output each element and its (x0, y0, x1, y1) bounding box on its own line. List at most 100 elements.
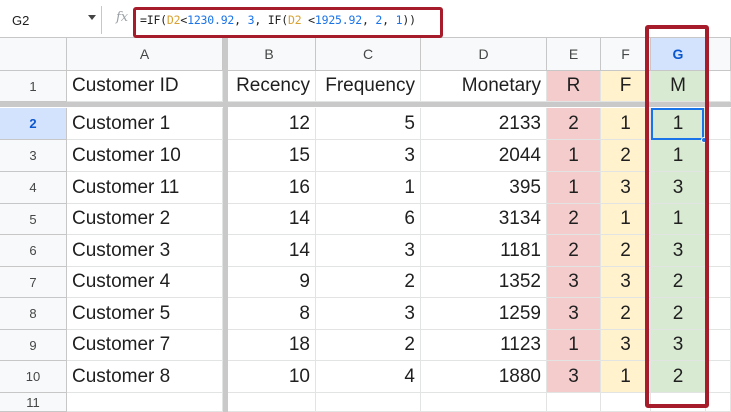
table-cell[interactable]: 3134 (421, 204, 547, 235)
table-cell[interactable]: Customer 8 (67, 361, 223, 393)
row-header-7[interactable]: 7 (0, 267, 67, 298)
table-cell[interactable]: 1880 (421, 361, 547, 393)
table-cell[interactable]: 1 (316, 172, 421, 204)
table-cell[interactable]: 2 (316, 330, 421, 361)
column-header-f[interactable]: F (601, 38, 651, 71)
table-cell[interactable]: 1259 (421, 298, 547, 330)
table-cell[interactable]: Customer 2 (67, 204, 223, 235)
cell[interactable] (223, 393, 316, 412)
header-cell[interactable]: Customer ID (67, 71, 223, 102)
table-cell[interactable]: 9 (223, 267, 316, 298)
cell[interactable] (706, 393, 731, 412)
table-cell[interactable]: Customer 11 (67, 172, 223, 204)
table-cell[interactable]: 1 (601, 204, 651, 235)
table-cell[interactable]: 15 (223, 140, 316, 172)
table-cell[interactable]: 14 (223, 235, 316, 267)
cell[interactable] (706, 204, 731, 235)
table-cell[interactable]: 2 (316, 267, 421, 298)
header-cell[interactable]: Monetary (421, 71, 547, 102)
row-header-8[interactable]: 8 (0, 298, 67, 330)
header-cell[interactable]: F (601, 71, 651, 102)
table-cell[interactable]: 2 (601, 140, 651, 172)
table-cell[interactable]: 395 (421, 172, 547, 204)
table-cell[interactable]: Customer 5 (67, 298, 223, 330)
table-cell[interactable]: 10 (223, 361, 316, 393)
table-cell[interactable]: 3 (316, 235, 421, 267)
table-cell[interactable]: 2 (601, 298, 651, 330)
table-cell[interactable]: 2 (601, 235, 651, 267)
cell[interactable] (706, 298, 731, 330)
cell[interactable] (706, 267, 731, 298)
row-header-6[interactable]: 6 (0, 235, 67, 267)
cell[interactable] (601, 393, 651, 412)
column-header-h[interactable] (706, 38, 731, 71)
table-cell[interactable]: 2133 (421, 108, 547, 140)
table-cell[interactable]: 3 (316, 140, 421, 172)
row-header-5[interactable]: 5 (0, 204, 67, 235)
table-cell[interactable]: Customer 1 (67, 108, 223, 140)
table-cell[interactable]: 8 (223, 298, 316, 330)
table-cell[interactable]: 3 (547, 361, 601, 393)
cell[interactable] (706, 235, 731, 267)
table-cell[interactable]: 3 (601, 267, 651, 298)
header-cell[interactable]: R (547, 71, 601, 102)
table-cell[interactable]: 3 (601, 172, 651, 204)
column-header-c[interactable]: C (316, 38, 421, 71)
table-cell[interactable]: 12 (223, 108, 316, 140)
table-cell[interactable]: 1 (547, 172, 601, 204)
name-box-dropdown-icon[interactable] (88, 15, 96, 20)
cell[interactable] (706, 330, 731, 361)
column-header-d[interactable]: D (421, 38, 547, 71)
header-cell[interactable]: Recency (223, 71, 316, 102)
table-cell[interactable]: 1123 (421, 330, 547, 361)
cell[interactable] (67, 393, 223, 412)
table-cell[interactable]: Customer 7 (67, 330, 223, 361)
table-cell[interactable]: 1352 (421, 267, 547, 298)
table-cell[interactable]: 3 (601, 330, 651, 361)
table-cell[interactable]: 2 (547, 108, 601, 140)
row-header-2[interactable]: 2 (0, 108, 67, 140)
table-cell[interactable]: 3 (316, 298, 421, 330)
table-cell[interactable]: 1 (601, 361, 651, 393)
table-cell[interactable]: Customer 4 (67, 267, 223, 298)
table-cell[interactable]: Customer 10 (67, 140, 223, 172)
frozen-column-divider[interactable] (223, 38, 228, 412)
table-cell[interactable]: 3 (547, 267, 601, 298)
table-cell[interactable]: 2 (547, 235, 601, 267)
row-header-1[interactable]: 1 (0, 71, 67, 102)
cell[interactable] (706, 172, 731, 204)
row-header-10[interactable]: 10 (0, 361, 67, 393)
row-header-11[interactable]: 11 (0, 393, 67, 412)
table-cell[interactable]: 4 (316, 361, 421, 393)
column-header-e[interactable]: E (547, 38, 601, 71)
table-cell[interactable]: Customer 3 (67, 235, 223, 267)
table-cell[interactable]: 3 (547, 298, 601, 330)
table-cell[interactable]: 1 (601, 108, 651, 140)
cell[interactable] (706, 108, 731, 140)
table-cell[interactable]: 1181 (421, 235, 547, 267)
column-header-a[interactable]: A (67, 38, 223, 71)
select-all-corner[interactable] (0, 38, 67, 71)
row-header-9[interactable]: 9 (0, 330, 67, 361)
table-cell[interactable]: 2 (547, 204, 601, 235)
frozen-row-divider[interactable] (0, 102, 731, 107)
table-cell[interactable]: 2044 (421, 140, 547, 172)
table-cell[interactable]: 18 (223, 330, 316, 361)
table-cell[interactable]: 6 (316, 204, 421, 235)
table-cell[interactable]: 1 (547, 140, 601, 172)
table-cell[interactable]: 1 (547, 330, 601, 361)
name-box[interactable]: G2 (4, 6, 102, 34)
table-cell[interactable]: 14 (223, 204, 316, 235)
cell[interactable] (706, 71, 731, 102)
cell[interactable] (316, 393, 421, 412)
header-cell[interactable]: Frequency (316, 71, 421, 102)
cell[interactable] (547, 393, 601, 412)
cell[interactable] (421, 393, 547, 412)
cell[interactable] (706, 140, 731, 172)
row-header-4[interactable]: 4 (0, 172, 67, 204)
table-cell[interactable]: 16 (223, 172, 316, 204)
table-cell[interactable]: 5 (316, 108, 421, 140)
row-header-3[interactable]: 3 (0, 140, 67, 172)
column-header-b[interactable]: B (223, 38, 316, 71)
cell[interactable] (706, 361, 731, 393)
